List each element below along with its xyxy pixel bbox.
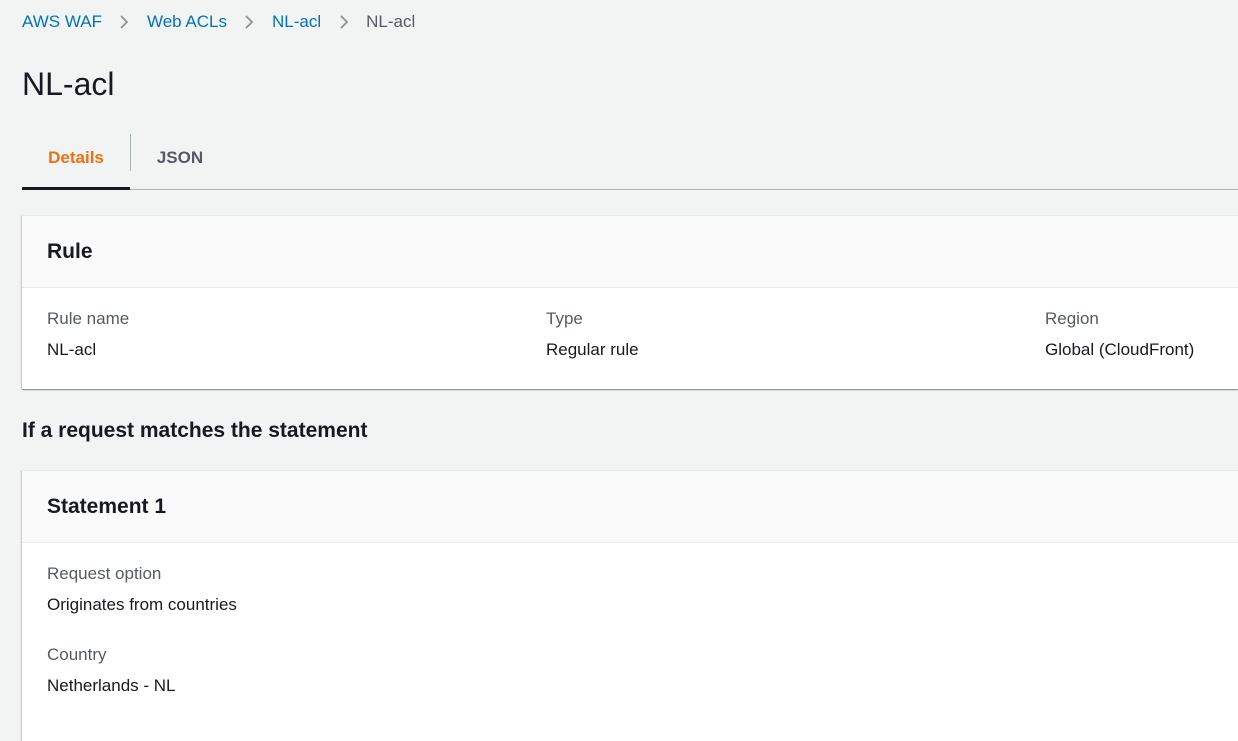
statement-card-title: Statement 1	[47, 494, 167, 518]
country-value: Netherlands - NL	[47, 676, 176, 695]
country-field: Country Netherlands - NL	[47, 644, 176, 697]
chevron-right-icon	[321, 10, 366, 34]
rule-card-title: Rule	[47, 239, 93, 263]
country-label: Country	[47, 645, 107, 664]
rule-card-header: Rule	[22, 216, 1238, 288]
breadcrumb-link-web-acls[interactable]: Web ACLs	[147, 12, 227, 32]
rule-name-label: Rule name	[47, 309, 130, 328]
breadcrumb-link-aws-waf[interactable]: AWS WAF	[22, 12, 102, 32]
rule-region-label: Region	[1045, 309, 1099, 328]
chevron-right-icon	[102, 10, 147, 34]
tab-details[interactable]: Details	[22, 130, 130, 190]
rule-card: Rule Rule name NL-acl Type Regular rule …	[22, 215, 1238, 389]
chevron-right-icon	[227, 10, 272, 34]
breadcrumb: AWS WAF Web ACLs NL-acl NL-acl	[22, 10, 415, 34]
statement-card: Statement 1 Request option Originates fr…	[22, 470, 1238, 741]
request-option-label: Request option	[47, 564, 162, 583]
rule-name-value: NL-acl	[47, 340, 97, 359]
rule-region-field: Region Global (CloudFront)	[1045, 308, 1194, 361]
statement-card-header: Statement 1	[22, 471, 1238, 543]
request-option-value: Originates from countries	[47, 595, 237, 614]
rule-type-value: Regular rule	[546, 340, 639, 359]
breadcrumb-link-nl-acl[interactable]: NL-acl	[272, 12, 321, 32]
rule-name-field: Rule name NL-acl	[47, 308, 129, 361]
tab-bar: Details JSON	[22, 130, 1238, 190]
statement-section-heading: If a request matches the statement	[22, 419, 368, 442]
rule-region-value: Global (CloudFront)	[1045, 340, 1195, 359]
rule-type-field: Type Regular rule	[546, 308, 639, 361]
tab-json[interactable]: JSON	[131, 130, 229, 189]
breadcrumb-current: NL-acl	[366, 12, 416, 31]
page-title: NL-acl	[22, 66, 115, 102]
rule-type-label: Type	[546, 309, 583, 328]
rule-card-body: Rule name NL-acl Type Regular rule Regio…	[22, 288, 1238, 388]
request-option-field: Request option Originates from countries	[47, 563, 237, 616]
